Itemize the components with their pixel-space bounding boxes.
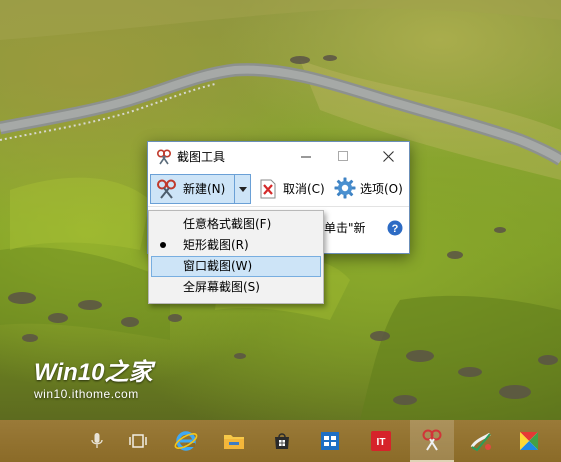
maximize-button[interactable] xyxy=(331,145,355,167)
watermark-title: Win10之家 xyxy=(34,359,153,386)
menu-item-free-form-snip[interactable]: 任意格式截图(F) xyxy=(151,214,321,235)
help-icon[interactable]: ? xyxy=(387,220,403,236)
taskbar-item-colorful-app[interactable] xyxy=(507,420,551,462)
menu-item-label: 矩形截图(R) xyxy=(183,238,249,252)
store-icon xyxy=(275,433,289,449)
watermark-subtitle: win10.ithome.com xyxy=(34,387,139,401)
taskbar-item-store[interactable] xyxy=(260,420,304,462)
taskbar-item-microphone[interactable] xyxy=(75,420,119,462)
minimize-icon xyxy=(301,156,311,158)
caret-down-icon xyxy=(239,186,247,192)
menu-item-label: 任意格式截图(F) xyxy=(183,217,272,231)
svg-text:?: ? xyxy=(392,223,399,235)
svg-text:IT: IT xyxy=(377,437,386,448)
window-title: 截图工具 xyxy=(177,150,226,164)
menu-item-label: 全屏幕截图(S) xyxy=(183,280,260,294)
gear-icon xyxy=(334,177,356,199)
cancel-icon xyxy=(260,179,276,199)
microphone-icon xyxy=(91,433,103,448)
taskbar: IT xyxy=(0,420,561,462)
menu-item-window-snip[interactable]: 窗口截图(W) xyxy=(151,256,321,277)
scissors-icon xyxy=(157,179,176,199)
taskbar-item-paint[interactable] xyxy=(459,420,503,462)
toolbar: 新建(N) 取消(C) 选项(O) xyxy=(148,172,409,206)
file-explorer-icon xyxy=(224,435,244,449)
close-button[interactable] xyxy=(376,145,400,167)
taskbar-item-outlook[interactable] xyxy=(308,420,352,462)
taskbar-item-file-explorer[interactable] xyxy=(212,420,256,462)
taskbar-item-internet-explorer[interactable] xyxy=(164,420,208,462)
watermark: Win10之家 win10.ithome.com xyxy=(34,359,184,402)
cancel-button-label: 取消(C) xyxy=(283,182,325,196)
task-view-icon xyxy=(129,434,147,448)
menu-item-label: 窗口截图(W) xyxy=(183,259,253,273)
new-button-label: 新建(N) xyxy=(183,182,226,196)
new-snip-mode-menu: 任意格式截图(F) 矩形截图(R) 窗口截图(W) 全屏幕截图(S) xyxy=(148,210,324,304)
taskbar-item-ithome[interactable]: IT xyxy=(359,420,403,462)
taskbar-item-task-view[interactable] xyxy=(116,420,160,462)
minimize-button[interactable] xyxy=(294,145,318,167)
internet-explorer-icon xyxy=(174,431,198,451)
selected-bullet-icon xyxy=(160,242,166,248)
menu-item-rectangular-snip[interactable]: 矩形截图(R) xyxy=(151,235,321,256)
snipping-tool-app-icon xyxy=(156,149,172,165)
new-split-button: 新建(N) xyxy=(150,174,251,204)
menu-item-full-screen-snip[interactable]: 全屏幕截图(S) xyxy=(151,277,321,298)
close-icon xyxy=(382,150,394,162)
maximize-icon xyxy=(338,151,348,161)
options-button[interactable]: 选项(O) xyxy=(332,174,408,204)
paint-icon xyxy=(470,432,491,452)
options-button-label: 选项(O) xyxy=(360,182,403,196)
snipping-tool-icon xyxy=(422,429,442,451)
new-dropdown-arrow-button[interactable] xyxy=(234,175,251,203)
taskbar-item-snipping-tool[interactable] xyxy=(410,420,454,462)
instruction-text: 单击"新 xyxy=(324,221,366,235)
outlook-icon xyxy=(321,432,339,450)
colorful-app-icon xyxy=(520,432,538,450)
new-snip-button[interactable]: 新建(N) xyxy=(151,175,234,203)
title-bar[interactable]: 截图工具 xyxy=(148,142,409,172)
ithome-icon: IT xyxy=(371,431,391,451)
cancel-button[interactable]: 取消(C) xyxy=(256,174,328,204)
